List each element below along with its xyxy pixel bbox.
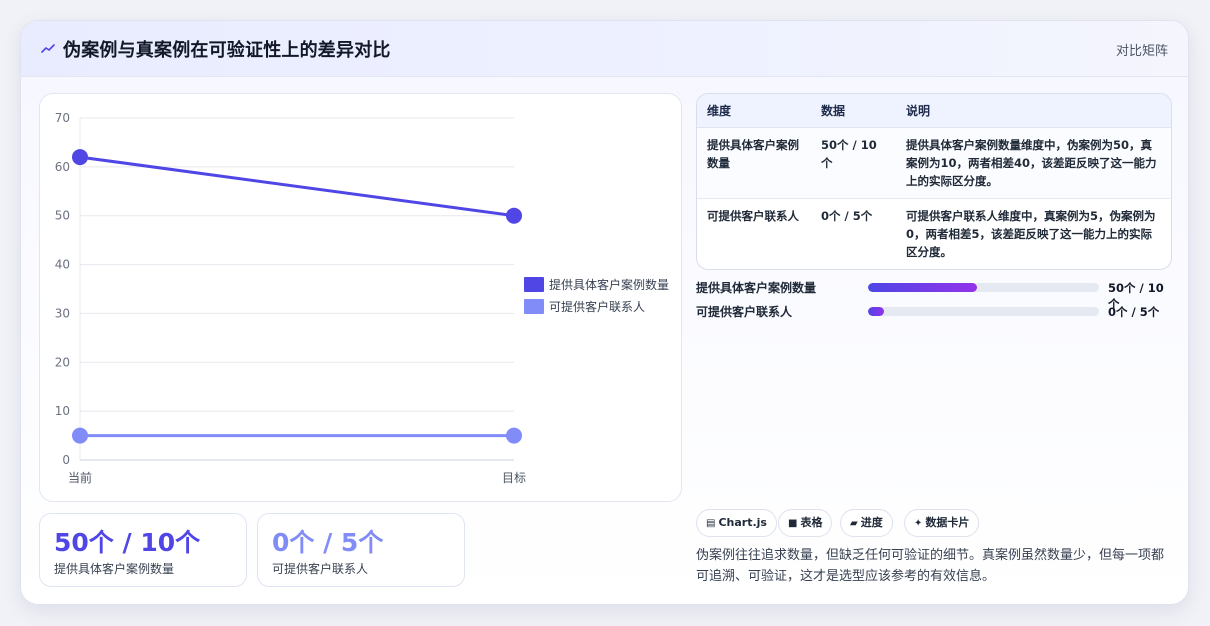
progress-label: 可提供客户联系人 bbox=[696, 305, 793, 319]
stat-label: 提供具体客户案例数量 bbox=[54, 562, 175, 576]
chart-icon: ▤ bbox=[706, 518, 716, 529]
progress-value: 0个 / 5个 bbox=[1108, 305, 1160, 319]
table-cell-dimension: 可提供客户联系人 bbox=[707, 208, 799, 223]
table-header-row: 维度 数据 说明 bbox=[697, 94, 1171, 128]
data-point bbox=[506, 207, 522, 224]
column-header: 维度 bbox=[697, 94, 811, 128]
view-mode-label[interactable]: 对比矩阵 bbox=[1116, 40, 1168, 59]
table-cell-data: 50个 / 10个 bbox=[811, 127, 896, 199]
progress-track bbox=[868, 307, 1099, 316]
tag-table[interactable]: ■ 表格 bbox=[778, 509, 833, 537]
progress-track bbox=[868, 283, 1099, 292]
tag-progress[interactable]: ▰ 进度 bbox=[840, 509, 893, 537]
progress-row: 提供具体客户案例数量 50个 / 10个 bbox=[696, 278, 1172, 311]
table-cell-data: 0个 / 5个 bbox=[821, 208, 873, 223]
stat-label: 可提供客户联系人 bbox=[272, 562, 369, 576]
y-tick-label: 70 bbox=[55, 111, 70, 125]
data-point bbox=[72, 149, 88, 166]
stat-value: 0个 / 5个 bbox=[272, 528, 384, 557]
page-title: 伪案例与真案例在可验证性上的差异对比 bbox=[63, 40, 391, 61]
legend-label: 提供具体客户案例数量 bbox=[549, 277, 669, 292]
stat-value: 50个 / 10个 bbox=[54, 528, 201, 557]
table-cell-dimension: 提供具体客户案例数量 bbox=[697, 127, 811, 199]
progress-label: 提供具体客户案例数量 bbox=[696, 281, 817, 295]
line-chart: 0 10 20 30 40 50 60 70 当前 目标 提供具体客户案例数量可提供客户联系人 bbox=[55, 111, 669, 485]
summary-text: 伪案例往往追求数量，但缺乏任何可验证的细节。真案例虽然数量少，但每一项都可追溯、… bbox=[696, 548, 1165, 584]
tag-label: Chart.js bbox=[718, 516, 767, 529]
x-tick-label: 当前 bbox=[68, 470, 92, 485]
tag-data-card[interactable]: ✦ 数据卡片 bbox=[904, 509, 980, 537]
comparison-table: 维度 数据 说明 提供具体客户案例数量 50个 / 10个 提供具体客户案例数量… bbox=[696, 93, 1172, 270]
progress-row: 可提供客户联系人 0个 / 5个 bbox=[696, 302, 1172, 322]
y-tick-label: 0 bbox=[62, 453, 70, 467]
progress-icon: ▰ bbox=[850, 518, 858, 529]
column-header: 说明 bbox=[896, 94, 1171, 128]
legend-swatch bbox=[524, 277, 544, 292]
chart-line-icon bbox=[41, 44, 55, 53]
y-tick-label: 50 bbox=[55, 209, 70, 223]
tag-label: 进度 bbox=[860, 516, 883, 529]
progress-fill bbox=[868, 283, 977, 292]
series-line bbox=[79, 155, 515, 218]
comparison-card: 伪案例与真案例在可验证性上的差异对比 对比矩阵 0 10 20 30 40 50 60 70 当… bbox=[20, 20, 1189, 605]
column-header: 数据 bbox=[811, 94, 896, 128]
progress-fill bbox=[868, 307, 885, 316]
table-row: 可提供客户联系人 0个 / 5个 可提供客户联系人维度中，真案例为5，伪案例为0… bbox=[697, 198, 1171, 269]
sparkle-icon: ✦ bbox=[914, 518, 923, 529]
table-cell-note: 可提供客户联系人维度中，真案例为5，伪案例为0，两者相差5，该差距反映了这一能力… bbox=[906, 208, 1156, 259]
table-cell-note: 提供具体客户案例数量维度中，伪案例为50，真案例为10，两者相差40，该差距反映… bbox=[896, 127, 1171, 199]
data-point bbox=[72, 427, 88, 444]
tag-label: 数据卡片 bbox=[925, 516, 970, 529]
line-chart-panel: 0 10 20 30 40 50 60 70 当前 目标 提供具体客户案例数量 可提供客户联系人 bbox=[39, 93, 682, 502]
y-tick-label: 20 bbox=[55, 355, 70, 369]
tag-chartjs[interactable]: ▤ Chart.js bbox=[696, 509, 777, 537]
y-tick-label: 30 bbox=[55, 306, 70, 320]
data-point bbox=[506, 427, 522, 444]
y-tick-label: 10 bbox=[55, 404, 70, 418]
table-icon: ■ bbox=[788, 518, 798, 529]
card-header: 伪案例与真案例在可验证性上的差异对比 对比矩阵 bbox=[21, 21, 1188, 77]
y-tick-label: 40 bbox=[55, 258, 70, 272]
legend-swatch bbox=[524, 299, 544, 314]
legend-label: 可提供客户联系人 bbox=[549, 299, 645, 314]
table-row: 提供具体客户案例数量 50个 / 10个 提供具体客户案例数量维度中，伪案例为5… bbox=[697, 127, 1171, 199]
x-tick-label: 目标 bbox=[502, 471, 526, 485]
y-tick-label: 60 bbox=[55, 160, 70, 174]
stat-card: 0个 / 5个 可提供客户联系人 bbox=[257, 513, 465, 587]
tag-label: 表格 bbox=[800, 516, 823, 529]
stat-card: 50个 / 10个 提供具体客户案例数量 bbox=[39, 513, 247, 587]
